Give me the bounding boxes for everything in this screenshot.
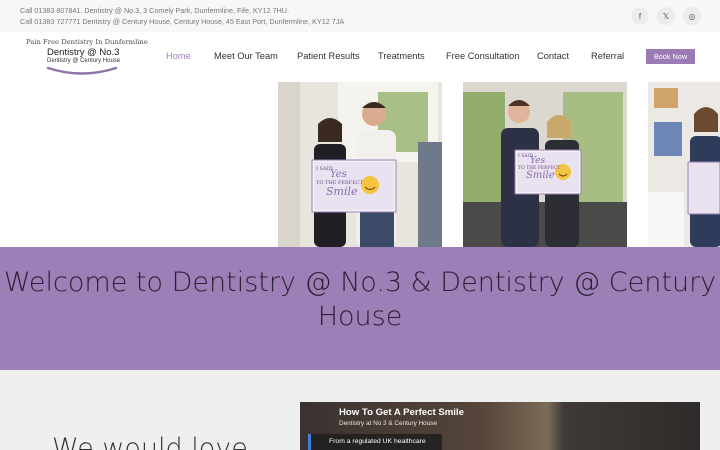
logo-smile-swoosh xyxy=(46,66,118,75)
book-now-button[interactable]: Book Now xyxy=(646,49,695,64)
patient-photo-3 xyxy=(648,82,720,247)
sign-lettering-2: I SAID Yes TO THE PERFECT Smile xyxy=(518,154,561,181)
nav-patient-results[interactable]: Patient Results xyxy=(297,51,360,61)
patient-photo-1 xyxy=(278,82,442,247)
nav-free-consultation[interactable]: Free Consultation xyxy=(446,51,519,61)
nav-home[interactable]: Home xyxy=(166,51,191,61)
intro-heading: We would love xyxy=(52,433,248,450)
welcome-heading: Welcome to Dentistry @ No.3 & Dentistry … xyxy=(3,267,717,332)
video-info-chip: From a regulated UK healthcare xyxy=(308,434,442,450)
logo-name: Dentistry @ No.3 xyxy=(47,47,120,58)
nav-referral[interactable]: Referral xyxy=(591,51,624,61)
x-icon[interactable]: 𝕏 xyxy=(657,7,675,25)
welcome-banner: Welcome to Dentistry @ No.3 & Dentistry … xyxy=(0,247,720,370)
sign-lettering-1: I SAID Yes TO THE PERFECT Smile xyxy=(316,166,364,198)
site-logo[interactable]: Pain Free Dentistry In Dunfermline Denti… xyxy=(24,38,148,80)
video-title: How To Get A Perfect Smile xyxy=(339,407,464,418)
logo-tagline: Pain Free Dentistry In Dunfermline xyxy=(26,38,148,46)
logo-subname: Dentistry @ Century House xyxy=(47,58,121,64)
contact-line-no3: Call 01383 807841. Dentistry @ No.3, 3 C… xyxy=(20,6,289,15)
top-contact-bar: Call 01383 807841. Dentistry @ No.3, 3 C… xyxy=(0,0,720,32)
instagram-icon[interactable]: ◎ xyxy=(683,7,701,25)
nav-contact[interactable]: Contact xyxy=(537,51,569,61)
nav-meet-our-team[interactable]: Meet Our Team xyxy=(214,51,278,61)
nav-treatments[interactable]: Treatments xyxy=(378,51,425,61)
contact-line-century-house: Call 01383 727771 Dentistry @ Century Ho… xyxy=(20,17,345,26)
facebook-icon[interactable]: f xyxy=(631,7,649,25)
youtube-video-embed[interactable]: How To Get A Perfect Smile Dentistry at … xyxy=(300,402,700,450)
video-channel: Dentistry at No 3 & Century House xyxy=(339,420,438,427)
intro-section: We would love How To Get A Perfect Smile… xyxy=(0,370,720,450)
